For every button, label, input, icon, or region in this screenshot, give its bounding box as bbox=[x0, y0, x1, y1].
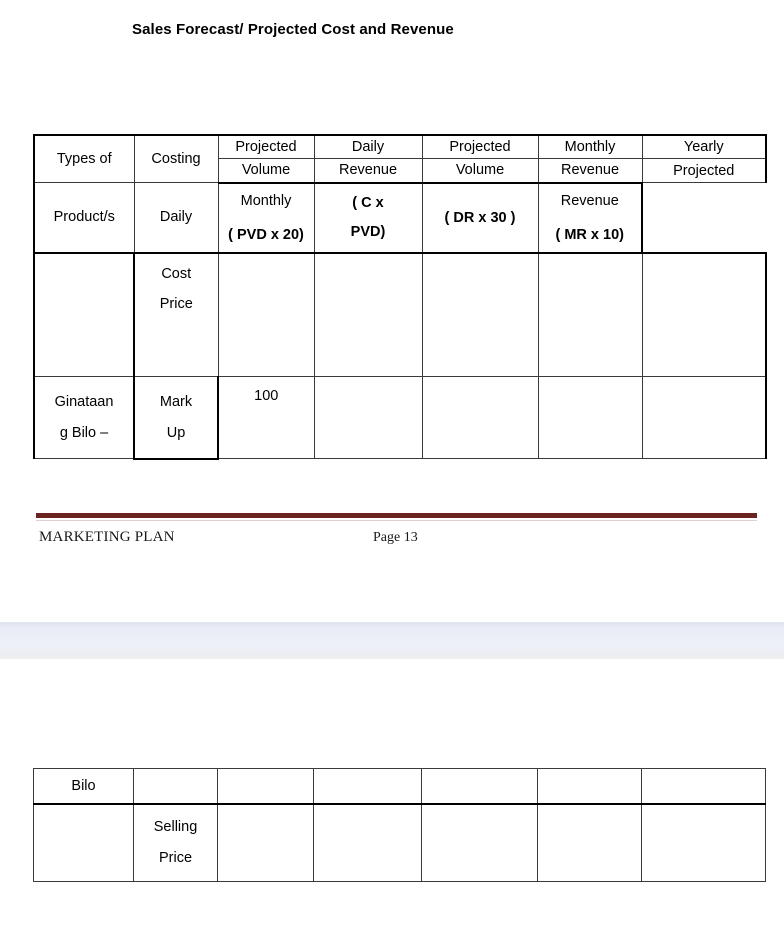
cell-projected-volume-monthly-4 bbox=[421, 802, 538, 882]
cell-yearly-revenue-2 bbox=[641, 376, 767, 460]
cell-costing-cost-price: Cost Price bbox=[133, 251, 219, 378]
footer-rule bbox=[36, 513, 757, 518]
document-page: Sales Forecast/ Projected Cost and Reven… bbox=[0, 0, 784, 942]
table-row: Cost Price bbox=[33, 251, 767, 378]
header-cell-yearly: Yearly bbox=[641, 134, 767, 160]
costing-spacer-3 bbox=[136, 839, 215, 847]
costing-line-price: Price bbox=[159, 296, 193, 313]
costing-line-selling: Selling bbox=[153, 819, 198, 836]
header-cell-revenue-3: Revenue bbox=[537, 181, 643, 219]
page-title: Sales Forecast/ Projected Cost and Reven… bbox=[132, 21, 454, 38]
header-cell-projected-2: Projected bbox=[421, 134, 539, 160]
product-line-1: Ginataan bbox=[54, 394, 114, 411]
table-header-row-1: Types of Costing Projected Daily Project… bbox=[33, 134, 767, 184]
cell-projected-volume-daily-4 bbox=[217, 802, 314, 882]
cell-projected-volume-daily-2: 100 bbox=[217, 376, 315, 460]
header-cell-costing: Costing bbox=[133, 134, 219, 184]
header-cell-daily-small: Daily bbox=[133, 182, 219, 254]
costing-spacer-2 bbox=[137, 414, 215, 422]
cell-monthly-revenue-1 bbox=[537, 251, 643, 378]
sales-forecast-table: Types of Costing Projected Daily Project… bbox=[33, 134, 767, 460]
cell-yearly-revenue-3 bbox=[641, 768, 766, 804]
cell-projected-volume-daily-3 bbox=[217, 768, 314, 804]
costing-line-cost: Cost bbox=[161, 265, 192, 282]
header-cell-formula-c-x-pvd: ( C x PVD) bbox=[313, 181, 423, 254]
header-cell-revenue-2: Revenue bbox=[537, 158, 643, 184]
header-cell-revenue-1: Revenue bbox=[313, 158, 423, 184]
header-cell-daily-1: Daily bbox=[313, 134, 423, 160]
cell-daily-revenue-1 bbox=[313, 251, 423, 378]
cell-costing-selling-price: Selling Price bbox=[133, 802, 218, 882]
formula-c-x: ( C x bbox=[352, 195, 384, 212]
cell-product-empty-1 bbox=[33, 251, 135, 378]
cell-projected-volume-monthly-2 bbox=[421, 376, 539, 460]
cell-product-empty-2 bbox=[33, 802, 134, 882]
product-line-2: g Bilo – bbox=[59, 424, 109, 441]
costing-spacer bbox=[137, 285, 216, 293]
header-cell-volume-2: Volume bbox=[421, 158, 539, 184]
header-cell-formula-mr-x-10: ( MR x 10) bbox=[537, 218, 643, 254]
cell-daily-revenue-3 bbox=[313, 768, 422, 804]
cell-daily-revenue-2 bbox=[313, 376, 423, 460]
costing-line-mark: Mark bbox=[159, 394, 193, 411]
formula-pvd: PVD) bbox=[350, 223, 386, 240]
header-cell-monthly-small: Monthly bbox=[217, 181, 315, 219]
footer-rule-thin bbox=[36, 520, 757, 521]
costing-line-price-2: Price bbox=[158, 849, 193, 866]
cell-projected-volume-daily-1 bbox=[217, 251, 315, 378]
costing-line-up: Up bbox=[166, 424, 186, 441]
cell-daily-revenue-4 bbox=[313, 802, 422, 882]
table-header-row-3: Product/s Daily Monthly ( C x PVD) ( DR … bbox=[33, 181, 766, 254]
header-cell-monthly-1: Monthly bbox=[537, 134, 643, 160]
table-row: Ginataan g Bilo – Mark Up 100 bbox=[33, 376, 767, 460]
cell-product-bilo: Bilo bbox=[33, 768, 134, 804]
footer-page-number: Page 13 bbox=[373, 530, 418, 545]
header-cell-formula-pvd-x-20: ( PVD x 20) bbox=[217, 218, 315, 254]
cell-yearly-revenue-1 bbox=[641, 251, 767, 378]
cell-yearly-revenue-4 bbox=[641, 802, 766, 882]
table-row: Selling Price bbox=[33, 802, 766, 882]
cell-costing-empty-1 bbox=[133, 768, 218, 804]
cell-costing-mark-up: Mark Up bbox=[133, 376, 219, 460]
cell-monthly-revenue-3 bbox=[537, 768, 642, 804]
header-cell-volume-1: Volume bbox=[217, 158, 315, 184]
header-cell-formula-dr-x-30: ( DR x 30 ) bbox=[421, 181, 539, 254]
cell-projected-volume-monthly-3 bbox=[421, 768, 538, 804]
cell-product-ginataang-bilo: Ginataan g Bilo – bbox=[33, 376, 135, 460]
table-row: Bilo bbox=[33, 768, 766, 804]
header-cell-projected-1: Projected bbox=[217, 134, 315, 160]
selling-price-table: Bilo Selling Price bbox=[33, 768, 766, 882]
page-break-separator bbox=[0, 622, 784, 659]
cell-monthly-revenue-2 bbox=[537, 376, 643, 460]
header-cell-projected-3: Projected bbox=[641, 158, 767, 184]
header-cell-types-of: Types of bbox=[33, 134, 135, 184]
cell-projected-volume-monthly-1 bbox=[421, 251, 539, 378]
product-spacer bbox=[37, 414, 131, 422]
footer-document-label: MARKETING PLAN bbox=[39, 529, 175, 545]
header-cell-product-s: Product/s bbox=[33, 182, 135, 254]
cell-monthly-revenue-4 bbox=[537, 802, 642, 882]
